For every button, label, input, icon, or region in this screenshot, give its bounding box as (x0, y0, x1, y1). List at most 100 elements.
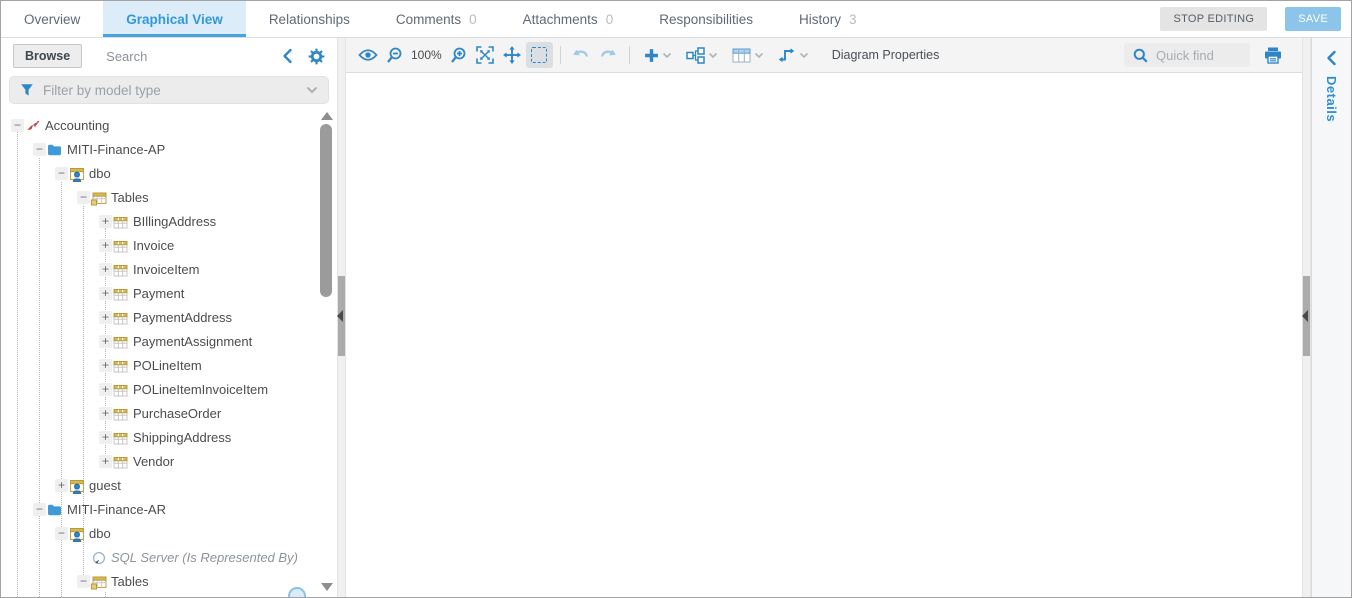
tree-item[interactable]: SQL Server (Is Represented By) (1, 546, 337, 570)
tree-item[interactable]: − Tables (1, 570, 337, 594)
tree-item-label[interactable]: Invoice (133, 238, 174, 253)
tree-scrollbar[interactable] (319, 108, 333, 595)
search-tab-button[interactable]: Search (106, 49, 147, 64)
tree-item-label[interactable]: POLineItemInvoiceItem (133, 382, 268, 397)
expand-expander-icon[interactable]: + (99, 239, 112, 252)
expand-expander-icon[interactable]: + (99, 407, 112, 420)
tab-history[interactable]: History3 (776, 1, 880, 37)
tree-item[interactable]: + guest (1, 474, 337, 498)
collapse-right-arrow-icon[interactable] (1302, 310, 1308, 322)
select-tool-button[interactable] (526, 42, 553, 68)
scrollbar-thumb[interactable] (320, 124, 332, 297)
tree-item-label[interactable]: Payment (133, 286, 184, 301)
fit-to-screen-button[interactable] (472, 42, 499, 68)
print-button[interactable] (1264, 47, 1282, 64)
expand-expander-icon[interactable]: + (99, 287, 112, 300)
tree-item-label[interactable]: PaymentAddress (133, 310, 232, 325)
relationship-routing-dropdown[interactable] (778, 47, 809, 63)
auto-layout-dropdown[interactable] (686, 47, 718, 64)
tree-item-label[interactable]: Accounting (45, 118, 109, 133)
collapse-expander-icon[interactable]: − (55, 167, 68, 180)
gear-icon[interactable] (308, 48, 325, 65)
tree-item-label[interactable]: MITI-Finance-AP (67, 142, 165, 157)
zoom-in-button[interactable] (445, 42, 472, 68)
tree-item[interactable]: +Address (1, 594, 337, 597)
expand-details-icon[interactable] (1326, 50, 1337, 66)
collapse-expander-icon[interactable]: − (77, 191, 90, 204)
tree-item[interactable]: + ShippingAddress (1, 426, 337, 450)
tree-item-label[interactable]: POLineItem (133, 358, 202, 373)
tree-item-label[interactable]: Vendor (133, 454, 174, 469)
tab-attachments[interactable]: Attachments0 (500, 1, 637, 37)
tree-item[interactable]: + POLineItem (1, 354, 337, 378)
expand-expander-icon[interactable]: + (55, 479, 68, 492)
tree-item-label[interactable]: SQL Server (Is Represented By) (111, 550, 298, 565)
tree-item[interactable]: − MITI-Finance-AR (1, 498, 337, 522)
tree-item[interactable]: + Vendor (1, 450, 337, 474)
right-panel-splitter[interactable] (1302, 38, 1311, 597)
browse-tab-button[interactable]: Browse (13, 44, 82, 68)
tree-item[interactable]: − dbo (1, 162, 337, 186)
tree-item[interactable]: + Payment (1, 282, 337, 306)
expand-expander-icon[interactable]: + (99, 215, 112, 228)
diagram-canvas[interactable] (346, 73, 1302, 597)
visibility-eye-button[interactable] (354, 42, 381, 68)
tab-responsibilities[interactable]: Responsibilities (636, 1, 776, 37)
scroll-down-arrow[interactable] (321, 583, 333, 591)
expand-expander-icon[interactable]: + (99, 359, 112, 372)
redo-button[interactable] (595, 42, 622, 68)
tree-item-label[interactable]: InvoiceItem (133, 262, 199, 277)
tab-graphical-view[interactable]: Graphical View (103, 1, 246, 37)
collapse-expander-icon[interactable]: − (77, 575, 90, 588)
tree-item[interactable]: − Tables (1, 186, 337, 210)
tree-item[interactable]: + POLineItemInvoiceItem (1, 378, 337, 402)
details-panel-tab[interactable]: Details (1324, 76, 1339, 122)
zoom-out-button[interactable] (381, 42, 408, 68)
tree-item[interactable]: + PaymentAssignment (1, 330, 337, 354)
expand-expander-icon[interactable]: + (99, 455, 112, 468)
tree-item-label[interactable]: Tables (111, 190, 149, 205)
collapse-panel-icon[interactable] (282, 48, 293, 64)
table-display-dropdown[interactable] (732, 48, 764, 63)
collapse-expander-icon[interactable]: − (33, 503, 46, 516)
expand-expander-icon[interactable]: + (99, 335, 112, 348)
save-button[interactable]: SAVE (1285, 7, 1341, 31)
tree-item[interactable]: − Accounting (1, 114, 337, 138)
tree-item-label[interactable]: ShippingAddress (133, 430, 231, 445)
tree-item-label[interactable]: guest (89, 478, 121, 493)
expand-expander-icon[interactable]: + (99, 311, 112, 324)
tree-item-label[interactable]: dbo (89, 166, 111, 181)
collapse-expander-icon[interactable]: − (55, 527, 68, 540)
expand-expander-icon[interactable]: + (99, 263, 112, 276)
diagram-properties-button[interactable]: Diagram Properties (832, 48, 940, 62)
expand-expander-icon[interactable]: + (99, 431, 112, 444)
collapse-expander-icon[interactable]: − (33, 143, 46, 156)
tree-item-label[interactable]: PaymentAssignment (133, 334, 252, 349)
tree-item-label[interactable]: PurchaseOrder (133, 406, 221, 421)
tree-item-label[interactable]: MITI-Finance-AR (67, 502, 166, 517)
collapse-left-arrow-icon[interactable] (337, 310, 343, 322)
pan-tool-button[interactable] (499, 42, 526, 68)
tree-item[interactable]: + Invoice (1, 234, 337, 258)
tree-item[interactable]: + PurchaseOrder (1, 402, 337, 426)
tree-item[interactable]: − MITI-Finance-AP (1, 138, 337, 162)
filter-by-model-type-dropdown[interactable]: Filter by model type (9, 76, 329, 104)
tab-overview[interactable]: Overview (1, 1, 103, 37)
stop-editing-button[interactable]: STOP EDITING (1160, 7, 1267, 31)
tree-item[interactable]: + InvoiceItem (1, 258, 337, 282)
scroll-up-arrow[interactable] (321, 112, 333, 120)
tree-item-label[interactable]: Tables (111, 574, 149, 589)
tree-item-label[interactable]: dbo (89, 526, 111, 541)
collapse-expander-icon[interactable]: − (11, 119, 24, 132)
tab-relationships[interactable]: Relationships (246, 1, 373, 37)
tree-item[interactable]: + PaymentAddress (1, 306, 337, 330)
undo-button[interactable] (568, 42, 595, 68)
tab-comments[interactable]: Comments0 (373, 1, 500, 37)
tree-item-label[interactable]: BIllingAddress (133, 214, 216, 229)
add-object-dropdown[interactable] (644, 48, 672, 63)
tree-item[interactable]: + BIllingAddress (1, 210, 337, 234)
left-panel-splitter[interactable] (337, 38, 346, 597)
expand-expander-icon[interactable]: + (99, 383, 112, 396)
quick-find-input[interactable]: Quick find (1124, 43, 1250, 67)
tree-item[interactable]: − dbo (1, 522, 337, 546)
